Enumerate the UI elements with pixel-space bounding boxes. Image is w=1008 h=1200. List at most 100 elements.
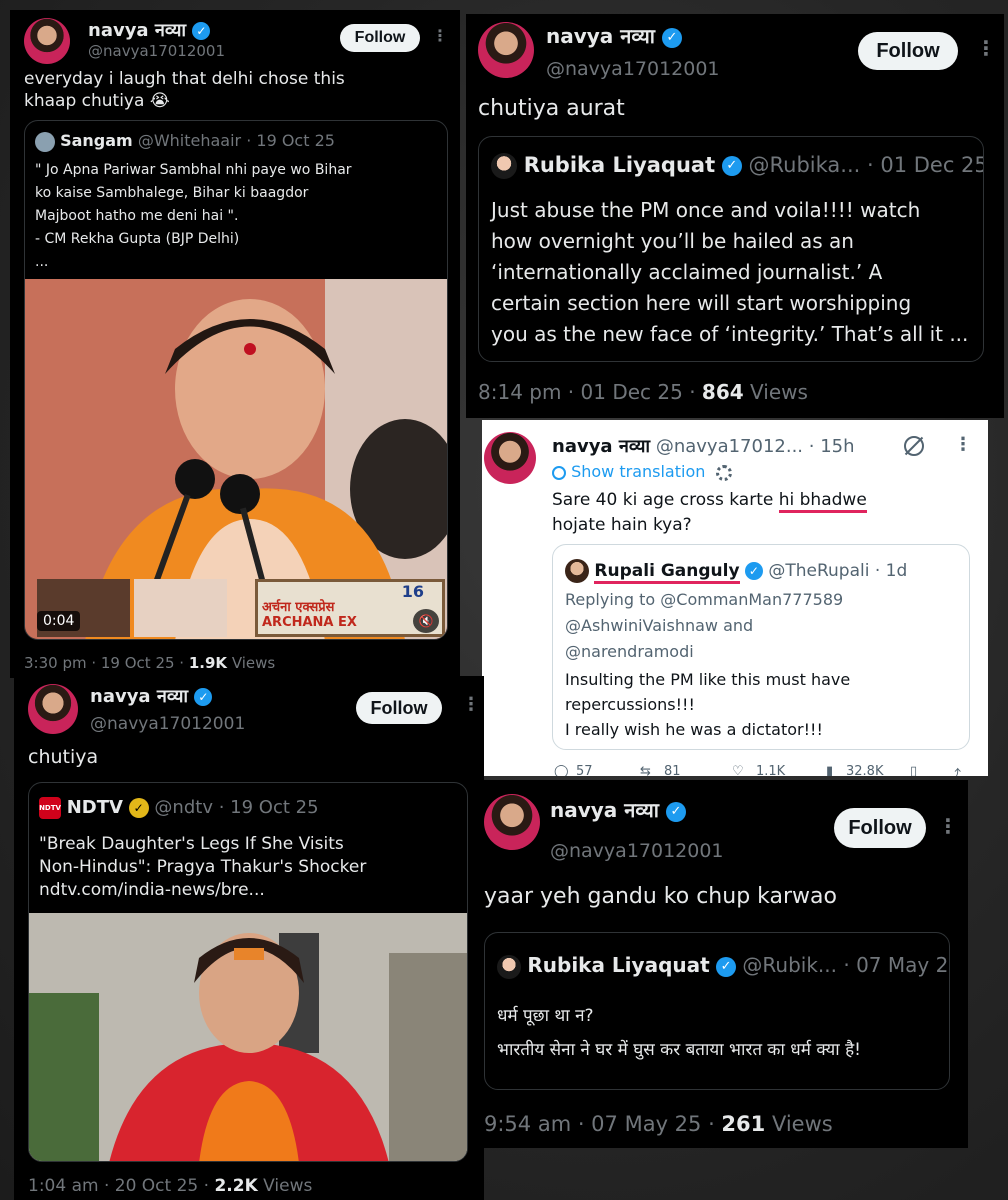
quote-date: · 19 Oct 25 (218, 797, 319, 818)
quote-avatar (565, 559, 589, 583)
views-label: Views (227, 654, 276, 672)
tweet-text: yaar yeh gandu ko chup karwao (484, 884, 837, 909)
author-handle[interactable]: @navya17012001 (546, 58, 720, 80)
follow-button[interactable]: Follow (858, 32, 958, 70)
author-row: navya नव्या @navya17012... · 15h (552, 434, 855, 458)
author-name-text: navya नव्या (88, 20, 187, 41)
video-duration: 0:04 (37, 611, 81, 631)
tweet-text: chutiya aurat (478, 96, 625, 121)
tweet-text: Sare 40 ki age cross karte hi bhadwe hoj… (552, 488, 972, 538)
quote-header: NDTV NDTV ✓ @ndtv · 19 Oct 25 (39, 797, 319, 819)
avatar[interactable] (28, 684, 78, 734)
avatar[interactable] (24, 18, 70, 64)
meta-time[interactable]: 9:54 am · 07 May 25 · (484, 1112, 721, 1136)
settings-gear-icon[interactable] (716, 464, 733, 481)
quote-author-name: NDTV (66, 797, 123, 818)
avatar[interactable] (484, 794, 540, 850)
tweet-card-5: navya नव्या ✓ @navya17012001 Follow ⋮ ya… (468, 780, 968, 1148)
quote-text: धर्म पूछा था न? भारतीय सेना ने घर में घु… (497, 1006, 861, 1060)
verified-icon: ✓ (661, 27, 682, 48)
repost-icon[interactable]: ⇆ (640, 764, 651, 776)
reply-context: Replying to @CommanMan777589 @AshwiniVai… (565, 590, 844, 661)
quote-avatar (491, 153, 517, 179)
author-handle[interactable]: @navya17012... (656, 436, 803, 457)
quote-author-name: Rubika Liyaquat (523, 153, 716, 177)
quote-author-name: Rupali Ganguly (594, 561, 740, 584)
quote-text: " Jo Apna Pariwar Sambhal nhi paye wo Bi… (35, 162, 352, 270)
meta-time[interactable]: 8:14 pm · 01 Dec 25 · (478, 380, 702, 404)
verified-icon: ✓ (721, 156, 742, 176)
quoted-tweet[interactable]: Rubika Liyaquat ✓ @Rubika... · 01 Dec 25… (478, 136, 984, 362)
translate-icon (552, 465, 566, 480)
grok-icon[interactable] (904, 436, 924, 456)
quote-author-name: Rubika Liyaquat (527, 953, 710, 977)
follow-button[interactable]: Follow (356, 692, 442, 724)
quote-avatar (35, 131, 55, 152)
quote-avatar (497, 954, 521, 979)
author-handle[interactable]: @navya17012001 (90, 714, 245, 734)
author-name-text: navya नव्या (546, 24, 655, 48)
author-name[interactable]: navya नव्या ✓ (546, 22, 682, 49)
views-icon[interactable]: ▮ (826, 764, 833, 776)
author-handle[interactable]: @navya17012001 (88, 42, 225, 60)
quote-date: · 19 Oct 25 (246, 131, 335, 150)
quote-handle: @Rubika... (748, 153, 861, 177)
quote-header: Rupali Ganguly ✓ @TheRupali · 1d (565, 559, 908, 584)
mute-icon[interactable]: 🔇 (413, 609, 439, 633)
follow-button[interactable]: Follow (834, 808, 926, 848)
quote-text: "Break Daughter's Legs If She Visits Non… (39, 834, 367, 900)
more-icon[interactable]: ⋮ (954, 434, 972, 455)
quote-handle: @Whitehaair (137, 131, 242, 150)
reply-count: 57 (576, 764, 593, 776)
tweet-meta: 3:30 pm · 19 Oct 25 · 1.9K Views (24, 654, 275, 672)
meta-time[interactable]: 3:30 pm · 19 Oct 25 · (24, 654, 189, 672)
bookmark-icon[interactable]: ▯ (910, 764, 917, 776)
quote-text: Insulting the PM like this must have rep… (565, 670, 851, 739)
quote-author-name: Sangam (60, 131, 133, 150)
views-label: Views (743, 380, 808, 404)
more-icon[interactable]: ⋮ (976, 36, 996, 60)
avatar[interactable] (478, 22, 534, 78)
tweet-text-a: Sare 40 ki age cross karte (552, 490, 779, 510)
author-name-text[interactable]: navya नव्या (552, 436, 650, 457)
views-count: 864 (701, 380, 744, 404)
tweet-card-2: navya नव्या ✓ @navya17012001 Follow ⋮ ch… (466, 14, 1004, 418)
like-count: 1.1K (756, 764, 786, 776)
more-icon[interactable]: ⋮ (432, 26, 448, 45)
quoted-tweet[interactable]: Sangam @Whitehaair · 19 Oct 25 " Jo Apna… (24, 120, 448, 640)
views-label: Views (257, 1176, 313, 1196)
quote-handle: @TheRupali (768, 561, 870, 581)
avatar[interactable] (484, 432, 536, 484)
author-handle[interactable]: @navya17012001 (550, 840, 724, 862)
verified-icon: ✓ (744, 562, 763, 580)
meta-time[interactable]: 1:04 am · 20 Oct 25 · (28, 1176, 214, 1196)
tweet-card-1: navya नव्या ✓ @navya17012001 Follow ⋮ ev… (10, 10, 460, 678)
tweet-meta: 1:04 am · 20 Oct 25 · 2.2K Views (28, 1176, 312, 1196)
author-name[interactable]: navya नव्या ✓ (550, 796, 686, 823)
article-image[interactable] (29, 913, 467, 1161)
share-icon[interactable]: ⤴ (948, 764, 961, 776)
quote-handle: @ndtv (154, 797, 213, 818)
quote-text: Just abuse the PM once and voila!!!! wat… (491, 198, 969, 346)
like-icon[interactable]: ♡ (732, 764, 744, 776)
tweet-age: · 15h (808, 436, 855, 457)
quoted-tweet[interactable]: NDTV NDTV ✓ @ndtv · 19 Oct 25 "Break Dau… (28, 782, 468, 1162)
tweet-card-4: navya नव्या ✓ @navya17012001 Follow ⋮ ch… (14, 676, 484, 1200)
quoted-tweet[interactable]: Rubika Liyaquat ✓ @Rubik... · 07 May 25 … (484, 932, 950, 1090)
article-photo (29, 913, 467, 1161)
more-icon[interactable]: ⋮ (938, 814, 958, 838)
author-name[interactable]: navya नव्या ✓ (90, 684, 213, 708)
verified-icon: ✓ (716, 956, 737, 977)
follow-button[interactable]: Follow (340, 24, 420, 52)
reply-icon[interactable]: ◯ (554, 764, 569, 776)
verified-icon: ✓ (192, 22, 211, 40)
quote-date: · 07 May 25 (843, 953, 950, 977)
quote-age: · 1d (874, 561, 908, 581)
author-name[interactable]: navya नव्या ✓ (88, 18, 211, 42)
banner-number: 16 (401, 582, 424, 601)
more-icon[interactable]: ⋮ (462, 694, 480, 715)
video-player[interactable]: 16 अर्चना एक्सप्रेस ARCHANA EX 0:04 🔇 (25, 279, 447, 639)
show-translation-link[interactable]: Show translation (571, 462, 705, 481)
quoted-tweet[interactable]: Rupali Ganguly ✓ @TheRupali · 1d Replyin… (552, 544, 970, 750)
repost-count: 81 (664, 764, 681, 776)
